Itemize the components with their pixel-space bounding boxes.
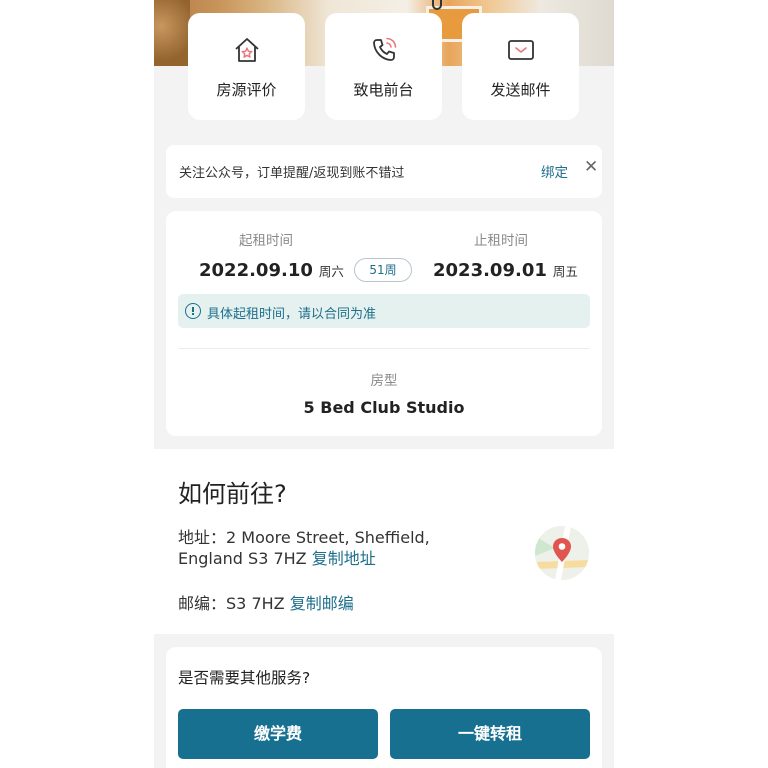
phone-call-icon [372, 37, 396, 61]
end-date-value: 2023.09.01 [433, 260, 547, 281]
start-date-value: 2022.09.10 [199, 260, 313, 281]
room-type-label: 房型 [370, 373, 398, 389]
address: 地址：2 Moore Street, Sheffield, England S3… [178, 527, 498, 569]
address-prefix: 地址： [178, 528, 227, 547]
room-type-value: 5 Bed Club Studio [303, 398, 465, 417]
postcode-prefix: 邮编： [178, 594, 227, 613]
banner-text: 关注公众号，订单提醒/返现到账不错过 [179, 166, 405, 181]
end-date: 2023.09.01 周五 [433, 260, 578, 281]
follow-banner: 关注公众号，订单提醒/返现到账不错过 绑定 ✕ [166, 145, 602, 198]
lease-card: 起租时间 止租时间 2022.09.10 周六 51周 2023.09.01 周五 … [166, 211, 602, 436]
divider [178, 348, 590, 349]
services-question: 是否需要其他服务? [178, 669, 311, 687]
close-icon[interactable]: ✕ [584, 158, 598, 176]
send-email-button[interactable]: 发送邮件 [462, 13, 579, 120]
house-star-icon [234, 38, 259, 62]
review-button[interactable]: 房源评价 [188, 13, 305, 120]
copy-address-link[interactable]: 复制地址 [312, 549, 376, 568]
phone-screen: 房源评价 致电前台 发送邮件 关注公众号，订单提醒/返现到账不错过 绑定 ✕ 起… [154, 0, 614, 768]
directions-title: 如何前往? [178, 480, 287, 508]
duration-badge: 51周 [354, 258, 412, 282]
end-label: 止租时间 [474, 233, 528, 249]
envelope-icon [507, 40, 534, 60]
bind-link[interactable]: 绑定 [541, 161, 568, 181]
map-pin-icon [535, 526, 589, 580]
lease-note-text: 具体起租时间，请以合同为准 [207, 307, 377, 322]
lease-note: 具体起租时间，请以合同为准 [178, 294, 590, 328]
info-icon [185, 303, 201, 319]
pay-tuition-button[interactable]: 缴学费 [178, 709, 378, 759]
copy-postcode-link[interactable]: 复制邮编 [290, 594, 354, 613]
services-card: 是否需要其他服务? 缴学费 一键转租 [166, 647, 602, 768]
directions-section: 如何前往? 地址：2 Moore Street, Sheffield, Engl… [154, 449, 614, 634]
start-label: 起租时间 [239, 233, 293, 249]
email-label: 发送邮件 [490, 81, 551, 99]
call-front-desk-button[interactable]: 致电前台 [325, 13, 442, 120]
call-label: 致电前台 [353, 81, 414, 99]
sublet-button[interactable]: 一键转租 [390, 709, 590, 759]
review-label: 房源评价 [216, 81, 277, 99]
map-button[interactable] [535, 526, 589, 580]
start-weekday: 周六 [318, 264, 344, 279]
postcode-value: S3 7HZ [226, 594, 285, 613]
end-weekday: 周五 [552, 264, 578, 279]
start-date: 2022.09.10 周六 [199, 260, 344, 281]
postcode: 邮编：S3 7HZ 复制邮编 [178, 590, 354, 614]
